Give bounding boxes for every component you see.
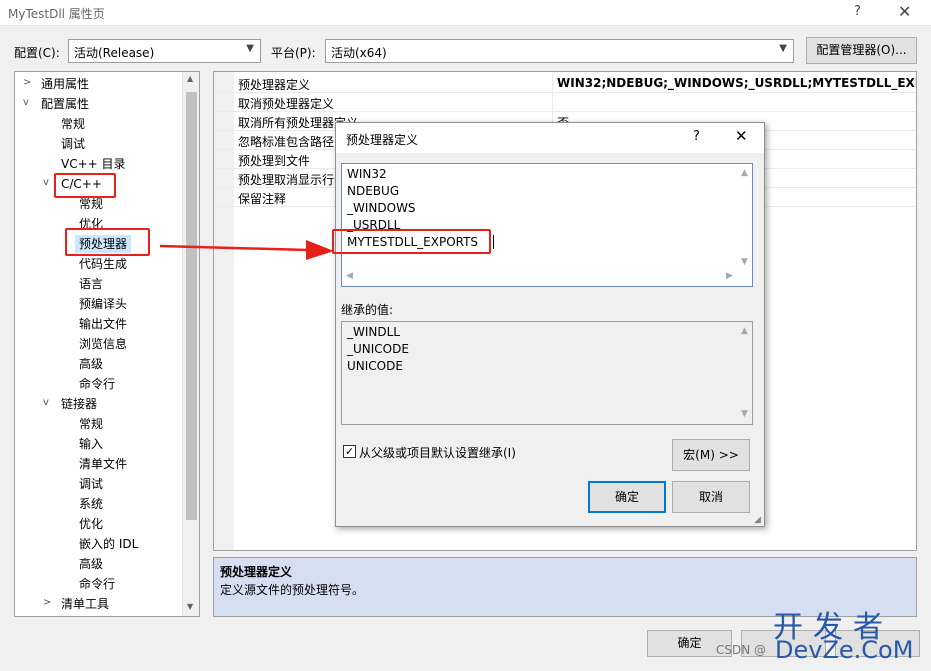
tree-item-debugging[interactable]: 调试 [61, 135, 85, 153]
tree-item-linker-command-line[interactable]: 命令行 [79, 575, 115, 593]
tree-item-linker-debugging[interactable]: 调试 [79, 475, 103, 493]
tree-item-advanced[interactable]: 高级 [79, 355, 103, 373]
scroll-down-icon[interactable]: ▼ [738, 409, 751, 419]
scroll-left-icon[interactable]: ◀ [346, 271, 353, 281]
description-title: 预处理器定义 [220, 565, 293, 579]
platform-select[interactable]: 活动(x64) ▼ [325, 39, 794, 63]
preprocessor-dialog: 预处理器定义 ? ✕ WIN32 NDEBUG _WINDOWS _USRDLL… [335, 122, 765, 527]
scrollbar-thumb[interactable] [186, 92, 197, 520]
dialog-title-bar: 预处理器定义 ? ✕ [336, 123, 764, 153]
tree-item-command-line[interactable]: 命令行 [79, 375, 115, 393]
dialog-title: 预处理器定义 [346, 133, 419, 147]
grid-row-value[interactable]: WIN32;NDEBUG;_WINDOWS;_USRDLL;MYTESTDLL_… [557, 76, 916, 90]
grid-row-label: 取消预处理器定义 [238, 97, 335, 111]
config-select[interactable]: 活动(Release) ▼ [68, 39, 261, 63]
site-watermark-en: DevZe.CoM [775, 636, 914, 664]
inherited-line: _WINDLL [347, 325, 400, 339]
description-text: 定义源文件的预处理符号。 [220, 583, 365, 597]
tree-item-system[interactable]: 系统 [79, 495, 103, 513]
inherited-label: 继承的值: [341, 303, 394, 317]
chevron-down-icon[interactable]: v [23, 97, 33, 108]
scroll-down-icon[interactable]: ▼ [738, 257, 751, 267]
highlight-box-exports [332, 229, 491, 254]
dialog-cancel-button[interactable]: 取消 [672, 481, 750, 513]
inherit-checkbox[interactable]: ✓ [343, 445, 356, 458]
tree-item-linker-general[interactable]: 常规 [79, 415, 103, 433]
title-bar: MyTestDll 属性页 ? ✕ [0, 0, 931, 26]
inherit-checkbox-label[interactable]: 从父级或项目默认设置继承(I) [359, 444, 516, 461]
resize-grip-icon[interactable]: ◢ [754, 515, 761, 525]
chevron-down-icon: ▼ [246, 43, 254, 54]
tree-item-pch[interactable]: 预编译头 [79, 295, 127, 313]
tree-item-vc-dirs[interactable]: VC++ 目录 [61, 155, 126, 173]
csdn-watermark: CSDN @ [716, 643, 767, 657]
tree-item-linker-optimization[interactable]: 优化 [79, 515, 103, 533]
tree-item-general[interactable]: 常规 [61, 115, 85, 133]
tree-item-manifest-file[interactable]: 清单文件 [79, 455, 127, 473]
tree-item-browse-info[interactable]: 浏览信息 [79, 335, 127, 353]
chevron-down-icon[interactable]: v [43, 397, 53, 408]
tree-item-code-gen[interactable]: 代码生成 [79, 255, 127, 273]
window-title: MyTestDll 属性页 [8, 7, 105, 21]
close-icon[interactable]: ✕ [898, 2, 914, 21]
scroll-up-icon[interactable]: ▲ [187, 74, 193, 83]
tree-item-language[interactable]: 语言 [79, 275, 103, 293]
platform-label: 平台(P): [271, 46, 316, 60]
inherited-line: _UNICODE [347, 342, 409, 356]
config-label: 配置(C): [14, 46, 60, 60]
scroll-up-icon[interactable]: ▲ [738, 326, 751, 336]
definition-line: WIN32 [347, 167, 387, 181]
grid-row-label: 预处理器定义 [238, 78, 311, 92]
macros-button[interactable]: 宏(M) >> [672, 439, 750, 471]
annotation-arrow [159, 240, 334, 260]
highlight-box-c-cpp [54, 173, 116, 198]
tree-item-linker-input[interactable]: 输入 [79, 435, 103, 453]
tree-item-embedded-idl[interactable]: 嵌入的 IDL [79, 535, 138, 553]
tree-item-common-props[interactable]: 通用属性 [41, 75, 89, 93]
inherited-values-box: _WINDLL _UNICODE UNICODE ▲ ▼ [341, 321, 753, 425]
inherited-line: UNICODE [347, 359, 403, 373]
property-tree: > 通用属性 v 配置属性 常规 调试 VC++ 目录 v C/C++ 常规 优… [14, 71, 200, 617]
dialog-close-icon[interactable]: ✕ [735, 127, 748, 145]
scroll-down-icon[interactable]: ▼ [187, 602, 193, 611]
dialog-ok-button[interactable]: 确定 [588, 481, 666, 513]
tree-item-manifest-tool[interactable]: 清单工具 [61, 595, 109, 613]
help-icon[interactable]: ? [854, 4, 868, 19]
definitions-textarea[interactable]: WIN32 NDEBUG _WINDOWS _USRDLL MYTESTDLL_… [341, 163, 753, 287]
definition-line: NDEBUG [347, 184, 400, 198]
scroll-right-icon[interactable]: ▶ [726, 271, 733, 281]
tree-item-linker[interactable]: 链接器 [61, 395, 97, 413]
definition-line: _WINDOWS [347, 201, 416, 215]
grid-row[interactable]: 取消预处理器定义 [214, 93, 916, 112]
chevron-right-icon[interactable]: > [43, 597, 53, 608]
config-manager-button[interactable]: 配置管理器(O)... [806, 37, 917, 64]
tree-item-linker-advanced[interactable]: 高级 [79, 555, 103, 573]
chevron-down-icon: ▼ [779, 43, 787, 54]
dialog-help-icon[interactable]: ? [693, 129, 700, 144]
config-value: 活动(Release) [74, 46, 155, 60]
chevron-right-icon[interactable]: > [23, 77, 33, 88]
platform-value: 活动(x64) [331, 46, 387, 60]
scroll-up-icon[interactable]: ▲ [738, 168, 751, 178]
highlight-box-preprocessor [65, 228, 150, 256]
grid-row[interactable]: 预处理器定义 WIN32;NDEBUG;_WINDOWS;_USRDLL;MYTE… [214, 74, 916, 93]
tree-item-output-files[interactable]: 输出文件 [79, 315, 127, 333]
tree-scrollbar[interactable]: ▲ ▼ [182, 72, 199, 616]
tree-item-config-props[interactable]: 配置属性 [41, 95, 89, 113]
text-cursor [493, 235, 494, 249]
chevron-down-icon[interactable]: v [43, 177, 53, 188]
